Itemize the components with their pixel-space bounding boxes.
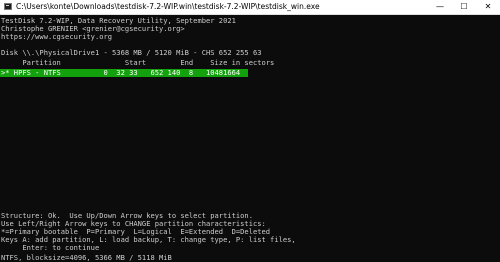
title-bar[interactable]: C:\Users\konte\Downloads\testdisk-7.2-WI… bbox=[0, 0, 500, 15]
maximize-button[interactable]: ☐ bbox=[452, 0, 476, 14]
console-app-icon bbox=[4, 3, 12, 10]
minimize-button[interactable]: — bbox=[428, 0, 452, 14]
console-window: C:\Users\konte\Downloads\testdisk-7.2-WI… bbox=[0, 0, 500, 262]
help-line-enter: Enter: to continue bbox=[1, 243, 100, 252]
console-area[interactable]: TestDisk 7.2-WIP, Data Recovery Utility,… bbox=[0, 15, 500, 262]
close-button[interactable]: ✕ bbox=[476, 0, 500, 14]
partition-row-selected[interactable]: >* HPFS - NTFS 0 32 33 652 140 8 1048166… bbox=[0, 69, 248, 77]
disk-info-line: Disk \\.\PhysicalDrive1 - 5368 MB / 5120… bbox=[1, 48, 262, 57]
partition-table-header: Partition Start End Size in sectors bbox=[1, 58, 275, 67]
website-line: https://www.cgsecurity.org bbox=[1, 32, 113, 41]
partition-row-text: >* HPFS - NTFS 0 32 33 652 140 8 1048166… bbox=[1, 68, 241, 77]
window-title: C:\Users\konte\Downloads\testdisk-7.2-WI… bbox=[16, 2, 320, 11]
